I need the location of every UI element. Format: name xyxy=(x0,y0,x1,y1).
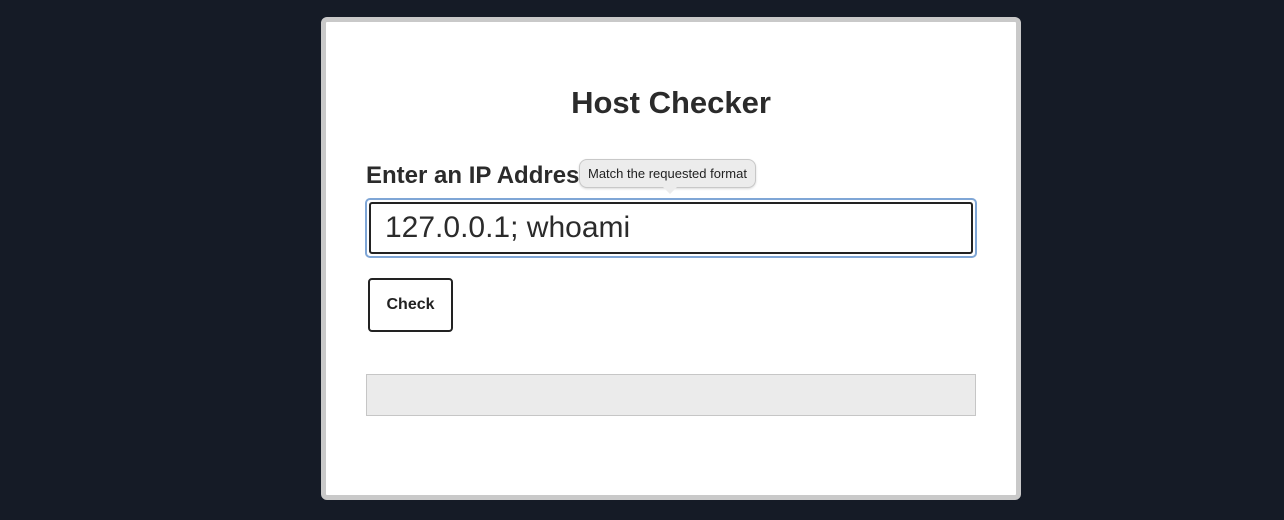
check-button[interactable]: Check xyxy=(368,278,453,332)
ip-input-focus-ring xyxy=(365,198,977,258)
validation-tooltip: Match the requested format xyxy=(579,159,756,188)
ip-address-label: Enter an IP Address xyxy=(366,162,593,189)
result-output xyxy=(366,374,976,416)
tooltip-arrow-icon xyxy=(662,186,678,194)
host-checker-card: Host Checker Enter an IP Address Match t… xyxy=(321,17,1021,500)
page-title: Host Checker xyxy=(571,85,771,120)
ip-address-input[interactable] xyxy=(369,202,973,254)
